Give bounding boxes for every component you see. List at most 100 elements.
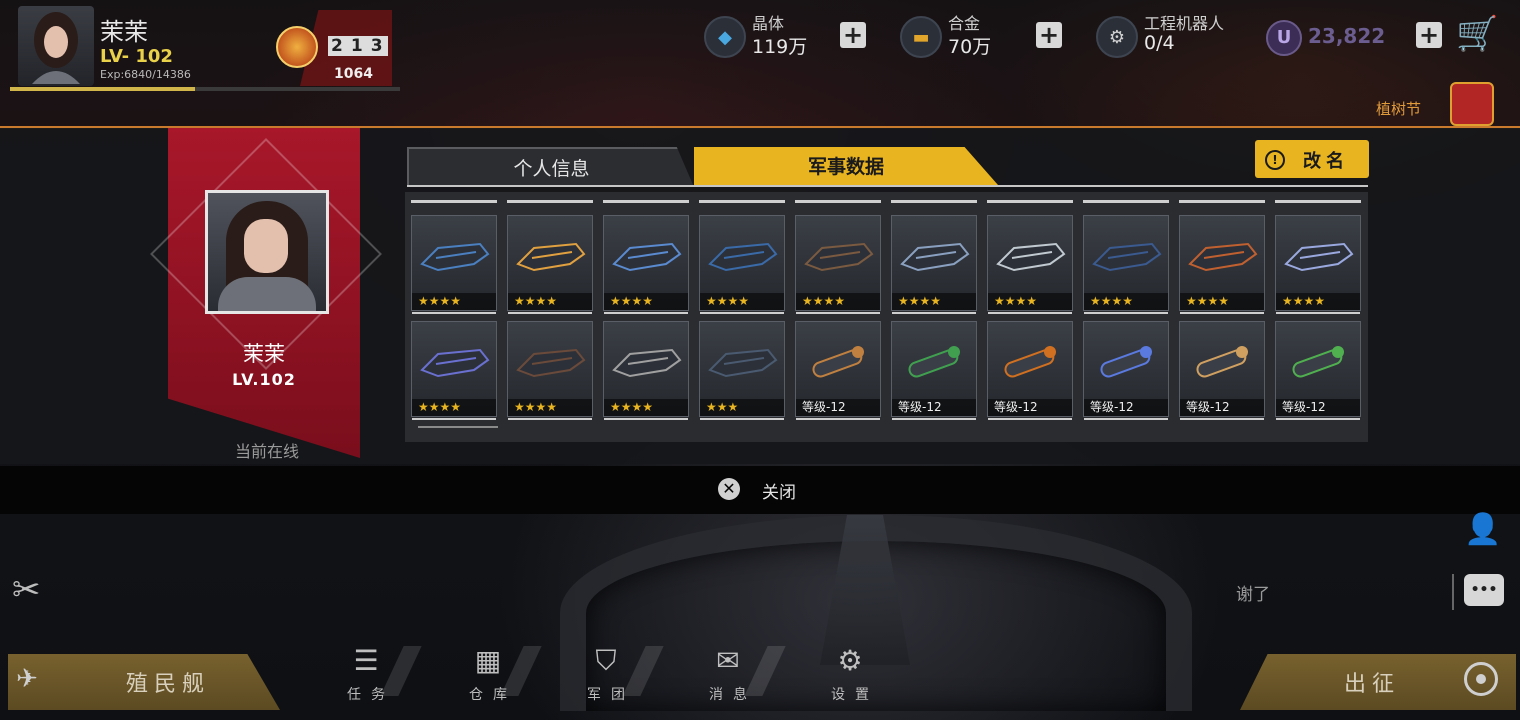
slot-top-line (699, 200, 785, 203)
profile-name: 茉茉 (243, 342, 285, 366)
ship-item[interactable]: ★★★★ (987, 215, 1073, 314)
portrait-suit (218, 277, 316, 311)
ship-item[interactable]: ★★★★ (411, 321, 497, 420)
close-bar[interactable] (0, 466, 1520, 514)
weapon-icon (994, 340, 1066, 384)
crystal-icon: ◆ (704, 16, 746, 58)
tab-personal-info[interactable]: 个人信息 (407, 147, 694, 187)
shop-cart-icon[interactable]: 🛒 (1456, 12, 1500, 56)
weapon-item[interactable]: 等级-12 (891, 321, 977, 420)
star-rating: ★★★★ (508, 293, 592, 310)
slot-top-line (603, 200, 689, 203)
resource-label: 工程机器人 (1144, 14, 1225, 33)
slot-bottom-line (892, 312, 976, 314)
star-rating: ★★★ (700, 399, 784, 416)
item-level: 等级-12 (1276, 399, 1360, 416)
weapon-item[interactable]: 等级-12 (1083, 321, 1169, 420)
rank-medal-icon (276, 26, 318, 68)
slot-bottom-line (700, 418, 784, 420)
ship-item[interactable]: ★★★ (699, 321, 785, 420)
weapon-item[interactable]: 等级-12 (1275, 321, 1361, 420)
resource-value: 0/4 (1144, 32, 1175, 54)
chat-divider (1452, 574, 1454, 610)
slot-bottom-line (508, 418, 592, 420)
star-rating: ★★★★ (412, 293, 496, 310)
ship-item[interactable]: ★★★★ (699, 215, 785, 314)
slot-bottom-line (796, 312, 880, 314)
slot-top-line (1275, 200, 1361, 203)
slot-bottom-line (604, 312, 688, 314)
nav-settings[interactable]: ⚙ 设置 (810, 644, 890, 704)
rank-score: 1064 (334, 66, 373, 82)
slot-bottom-line (700, 312, 784, 314)
close-label[interactable]: 关闭 (762, 478, 796, 503)
friend-chat-icon[interactable]: 👤 (1464, 512, 1502, 548)
ship-item[interactable]: ★★★★ (1179, 215, 1265, 314)
scroll-indicator[interactable] (418, 426, 498, 428)
ship-icon (1090, 234, 1162, 278)
player-avatar[interactable] (18, 6, 94, 86)
tools-icon[interactable]: ✂ (12, 570, 52, 610)
star-rating: ★★★★ (508, 399, 592, 416)
nav-legion[interactable]: ⛉ 军团 (566, 644, 646, 704)
portrait-face (244, 219, 288, 273)
close-icon[interactable]: ✕ (718, 478, 740, 500)
chat-last-message[interactable]: 谢了 (1236, 580, 1270, 605)
star-rating: ★★★★ (412, 399, 496, 416)
chat-bubble-icon[interactable]: ••• (1464, 574, 1504, 606)
event-label[interactable]: 植树节 (1376, 98, 1421, 119)
resource-label: 合金 (948, 14, 981, 33)
slot-top-line (987, 200, 1073, 203)
nav-label: 军团 (587, 687, 635, 703)
ship-item[interactable]: ★★★★ (507, 321, 593, 420)
exp-bar (10, 87, 400, 91)
item-level: 等级-12 (1084, 399, 1168, 416)
ship-item[interactable]: ★★★★ (795, 215, 881, 314)
nav-warehouse[interactable]: ▦ 仓库 (448, 644, 528, 704)
star-rating: ★★★★ (700, 293, 784, 310)
message-icon: ✉ (716, 644, 740, 677)
add-currency-button[interactable]: + (1416, 22, 1442, 48)
currency-value: 23,822 (1308, 24, 1386, 48)
nav-mission[interactable]: ☰ 任务 (326, 644, 406, 704)
slot-bottom-line (988, 418, 1072, 420)
resource-value: 70万 (948, 36, 992, 58)
star-rating: ★★★★ (604, 293, 688, 310)
nav-label: 设置 (831, 687, 879, 703)
ship-item[interactable]: ★★★★ (1275, 215, 1361, 314)
settings-icon: ⚙ (837, 644, 863, 677)
rename-button[interactable]: ! 改名 (1255, 140, 1369, 178)
ship-item[interactable]: ★★★★ (1083, 215, 1169, 314)
gift-icon[interactable] (1450, 82, 1494, 126)
ship-icon (802, 234, 874, 278)
item-level: 等级-12 (796, 399, 880, 416)
ship-item[interactable]: ★★★★ (891, 215, 977, 314)
ship-item[interactable]: ★★★★ (603, 215, 689, 314)
target-icon[interactable] (1464, 662, 1498, 696)
exp-bar-fill (10, 87, 196, 91)
tab-underline (407, 185, 1368, 187)
player-exp: Exp:6840/14386 (100, 68, 191, 81)
mission-icon: ☰ (353, 644, 379, 677)
tab-military-data[interactable]: 军事数据 (694, 147, 998, 185)
ship-item[interactable]: ★★★★ (411, 215, 497, 314)
slot-bottom-line (1180, 418, 1264, 420)
alloy-icon: ▬ (900, 16, 942, 58)
legion-icon: ⛉ (595, 644, 617, 677)
weapon-item[interactable]: 等级-12 (795, 321, 881, 420)
weapon-item[interactable]: 等级-12 (987, 321, 1073, 420)
robot-icon: ⚙ (1096, 16, 1138, 58)
slot-bottom-line (988, 312, 1072, 314)
ship-item[interactable]: ★★★★ (507, 215, 593, 314)
weapon-item[interactable]: 等级-12 (1179, 321, 1265, 420)
nav-message[interactable]: ✉ 消息 (688, 644, 768, 704)
slot-bottom-line (1084, 418, 1168, 420)
warehouse-icon: ▦ (474, 644, 502, 677)
ship-item[interactable]: ★★★★ (603, 321, 689, 420)
add-alloy-button[interactable]: + (1036, 22, 1062, 48)
alert-icon: ! (1265, 150, 1285, 170)
slot-bottom-line (892, 418, 976, 420)
resource-value: 119万 (752, 36, 808, 58)
add-crystal-button[interactable]: + (840, 22, 866, 48)
podium-second: 2 (328, 36, 348, 56)
